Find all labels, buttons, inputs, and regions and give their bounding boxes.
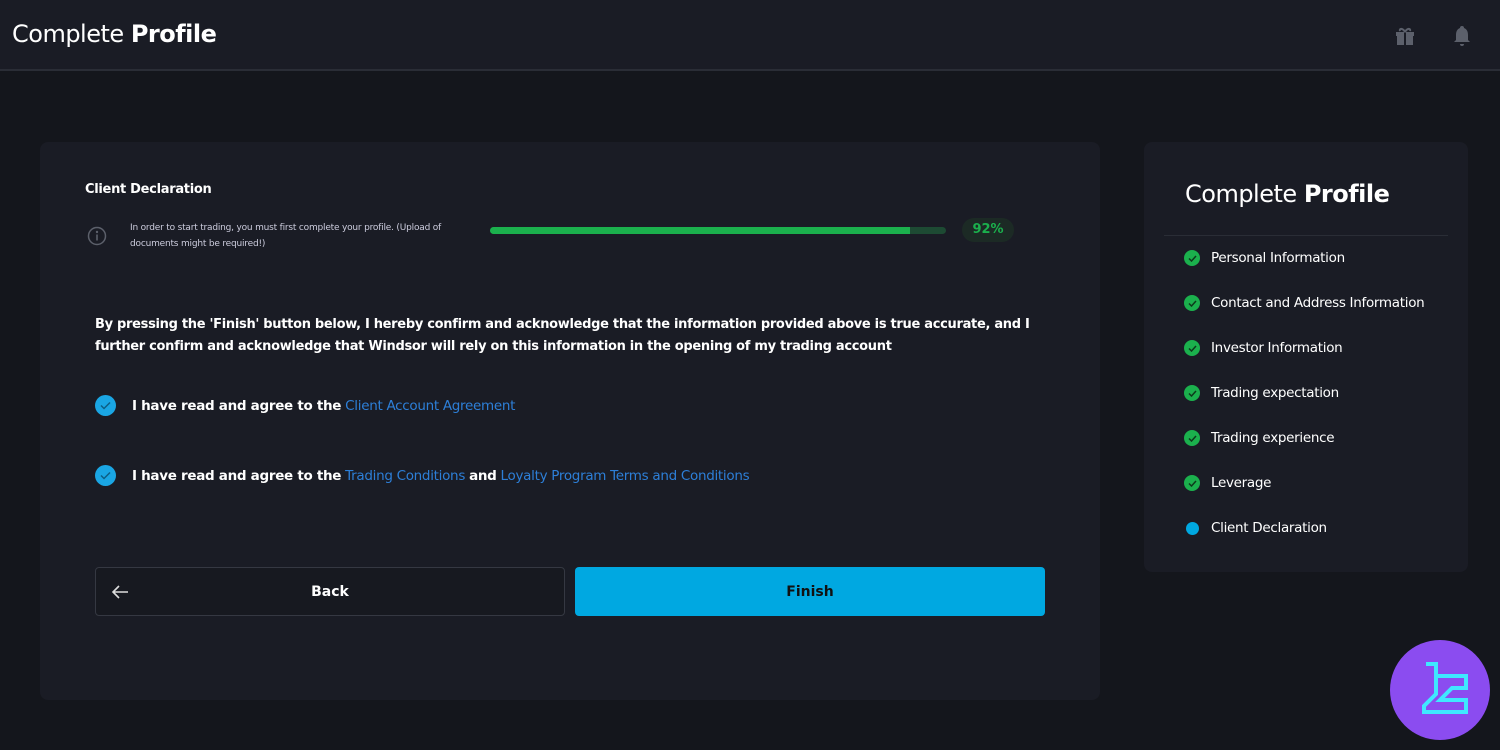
agreement-row: I have read and agree to the Trading Con… [95,465,753,486]
declaration-card: Client Declaration In order to start tra… [40,142,1100,700]
step-item: Personal Information [1184,250,1345,266]
step-label: Contact and Address Information [1211,295,1425,311]
progress-bar [490,227,946,234]
step-item: Investor Information [1184,340,1343,356]
agreement-checkbox[interactable] [95,465,116,486]
watermark-logo [1390,640,1490,740]
profile-steps-panel: Complete Profile Personal Information Con… [1144,142,1468,572]
page-title: Complete Profile [12,20,217,48]
check-icon [100,401,111,410]
progress-fill [490,227,910,234]
sidebar-title: Complete Profile [1185,180,1390,208]
progress-percent: 92% [962,218,1014,242]
trading-conditions-link[interactable]: Trading Conditions [345,468,465,484]
step-item: Trading experience [1184,430,1335,446]
check-circle-icon [1184,250,1200,266]
divider [1164,235,1448,236]
step-label: Investor Information [1211,340,1343,356]
step-item: Client Declaration [1184,520,1327,536]
finish-button[interactable]: Finish [575,567,1045,616]
arrow-left-icon [111,585,128,599]
check-icon [100,471,111,480]
gift-icon[interactable] [1393,24,1417,48]
info-icon [87,226,107,246]
step-label: Trading expectation [1211,385,1339,401]
step-label: Client Declaration [1211,520,1327,536]
client-account-agreement-link[interactable]: Client Account Agreement [345,398,515,414]
step-label: Trading experience [1211,430,1335,446]
step-label: Leverage [1211,475,1272,491]
check-circle-icon [1184,430,1200,446]
info-text: In order to start trading, you must firs… [130,223,442,249]
declaration-text: By pressing the 'Finish' button below, I… [95,317,1030,354]
step-item: Trading expectation [1184,385,1339,401]
current-step-dot-icon [1186,521,1199,535]
check-circle-icon [1184,385,1200,401]
back-button[interactable]: Back [95,567,565,616]
check-circle-icon [1184,340,1200,356]
section-title: Client Declaration [85,182,212,197]
step-item: Leverage [1184,475,1271,491]
agreement-checkbox[interactable] [95,395,116,416]
top-header: Complete Profile [0,0,1500,71]
bell-icon[interactable] [1450,24,1474,48]
check-circle-icon [1184,475,1200,491]
check-circle-icon [1184,295,1200,311]
loyalty-program-terms-link[interactable]: Loyalty Program Terms and Conditions [501,468,750,484]
step-item: Contact and Address Information [1184,295,1425,311]
agreement-row: I have read and agree to the Client Acco… [95,395,519,416]
step-label: Personal Information [1211,250,1345,266]
